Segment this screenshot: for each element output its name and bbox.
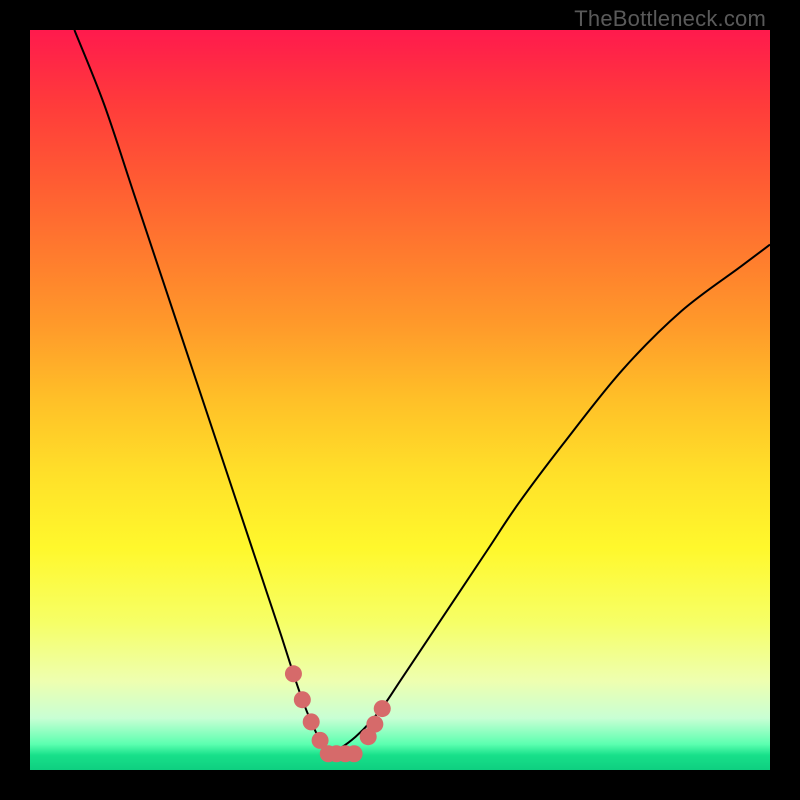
marker-dot (366, 716, 383, 733)
curve-layer (30, 30, 770, 770)
curve-right (328, 245, 770, 754)
watermark-text: TheBottleneck.com (574, 6, 766, 32)
marker-dot (285, 665, 302, 682)
curve-left (74, 30, 328, 754)
chart-stage: TheBottleneck.com (0, 0, 800, 800)
marker-dot (294, 691, 311, 708)
marker-group (285, 665, 391, 762)
marker-dot (374, 700, 391, 717)
marker-dot (303, 713, 320, 730)
marker-dot (346, 745, 363, 762)
plot-area (30, 30, 770, 770)
